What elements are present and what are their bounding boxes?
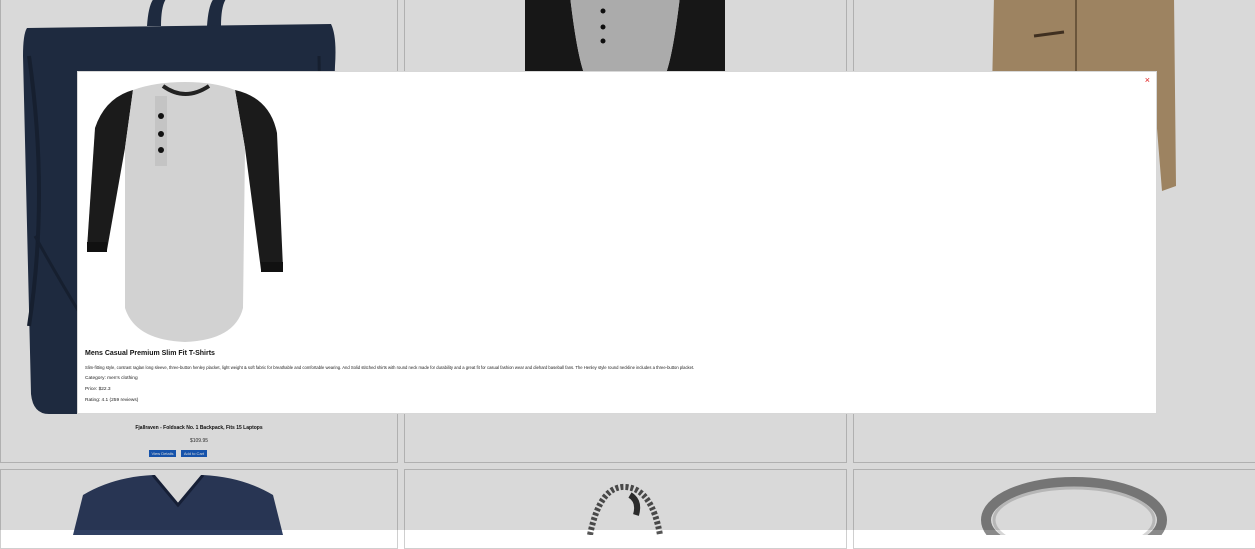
close-icon[interactable]: × [1145, 76, 1150, 85]
product-category: Category: men's clothing [85, 376, 138, 381]
product-description: Slim-fitting style, contrast raglan long… [85, 365, 695, 370]
product-detail-modal: × Mens Casual Premium Slim Fit T-Shirts … [77, 71, 1157, 414]
product-price: Price: $22.3 [85, 387, 111, 392]
product-image [87, 82, 283, 342]
product-title: Mens Casual Premium Slim Fit T-Shirts [85, 350, 215, 357]
product-rating: Rating: 4.1 (259 reviews) [85, 398, 139, 403]
